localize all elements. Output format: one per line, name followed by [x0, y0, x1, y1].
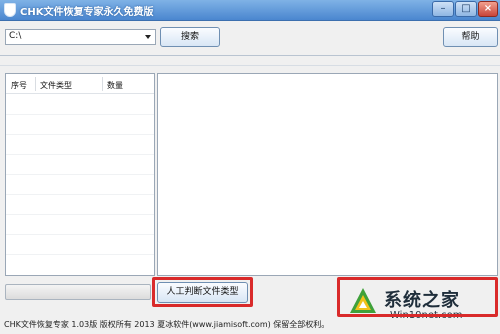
table-row	[6, 174, 154, 175]
column-separator	[35, 77, 36, 91]
table-header: 序号 文件类型 数量	[6, 74, 154, 94]
help-button[interactable]: 帮助	[443, 27, 498, 47]
window-title: CHK文件恢复专家永久免费版	[20, 7, 154, 18]
title-bar: CHK文件恢复专家永久免费版 – □ ×	[0, 0, 500, 21]
column-header-count[interactable]: 数量	[107, 80, 123, 91]
minimize-button[interactable]: –	[432, 1, 454, 17]
file-preview-pane[interactable]	[157, 73, 498, 276]
search-button[interactable]: 搜索	[160, 27, 220, 47]
table-row	[6, 254, 154, 255]
highlight-box-manual-button	[152, 277, 253, 307]
table-row	[6, 134, 154, 135]
close-button[interactable]: ×	[478, 1, 498, 17]
table-row	[6, 234, 154, 235]
table-row	[6, 214, 154, 215]
table-row	[6, 114, 154, 115]
drive-select[interactable]: C:\	[5, 29, 156, 45]
toolbar-divider	[0, 55, 500, 56]
column-separator	[102, 77, 103, 91]
app-icon	[4, 3, 16, 17]
scan-progress-bar	[5, 284, 151, 300]
chevron-down-icon[interactable]	[145, 35, 151, 39]
column-header-index[interactable]: 序号	[11, 80, 27, 91]
toolbar-divider-secondary	[0, 65, 500, 66]
copyright-text: CHK文件恢复专家 1.03版 版权所有 2013 夏冰软件(www.jiami…	[4, 320, 330, 329]
table-row	[6, 194, 154, 195]
drive-select-value: C:\	[9, 31, 22, 41]
highlight-box-right	[337, 277, 498, 317]
maximize-button[interactable]: □	[455, 1, 477, 17]
table-row	[6, 154, 154, 155]
column-header-file-type[interactable]: 文件类型	[40, 80, 72, 91]
file-type-table[interactable]: 序号 文件类型 数量	[5, 73, 155, 276]
